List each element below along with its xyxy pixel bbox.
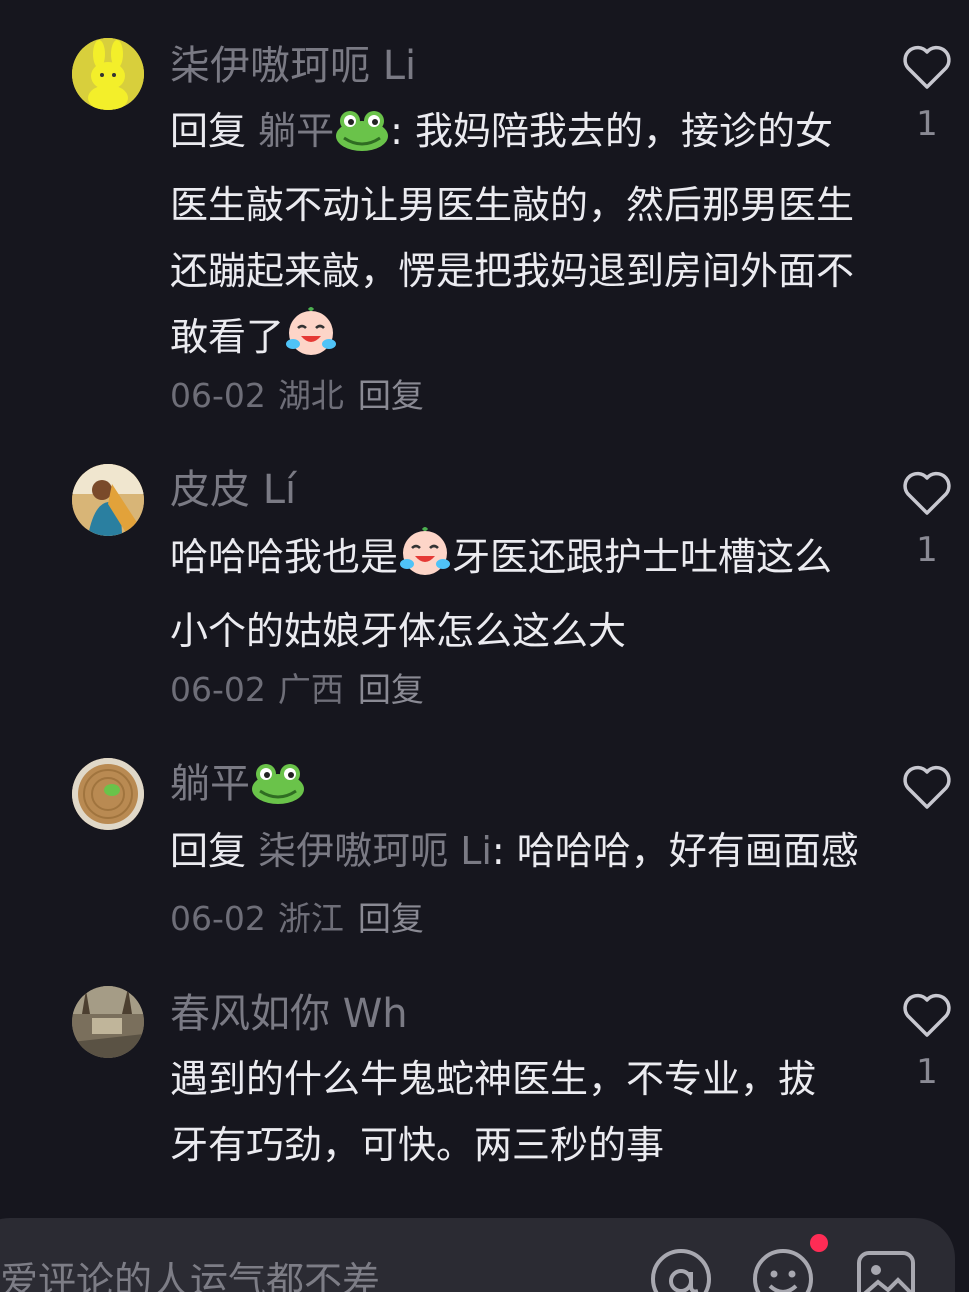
username-text: 躺平 <box>170 761 250 807</box>
like-count: 1 <box>916 104 938 144</box>
reply-prefix: 回复 <box>170 829 247 873</box>
scroll-fade <box>0 1160 969 1220</box>
photo-avatar-icon <box>72 986 144 1058</box>
comment-input-placeholder[interactable]: 爱评论的人运气都不差 <box>0 1250 380 1292</box>
comment-body-text: : 哈哈哈，好有画面感 <box>491 829 859 873</box>
comment-body-text: 遇到的什么牛鬼蛇神医生，不专业，拔牙有巧劲，可快。两三秒的事 <box>170 1057 817 1167</box>
comments-screen: 柒伊嗷珂呃 Li 回复 躺平 : 我妈陪我去的，接诊的女医生敲不动让男医生敲的，… <box>0 0 969 1292</box>
comment-meta: 06-02 湖北 回复 <box>170 372 424 420</box>
reply-prefix: 回复 <box>170 109 247 153</box>
comment-text: 回复 柒伊嗷珂呃 Li: 哈哈哈，好有画面感 06-02 浙江 回复 <box>170 818 860 952</box>
bunny-avatar-icon <box>72 38 144 110</box>
comment-username[interactable]: 春风如你 Wh <box>170 990 408 1038</box>
avatar[interactable] <box>72 986 144 1058</box>
image-icon[interactable] <box>856 1250 916 1292</box>
comment-text: 哈哈哈我也是 牙医还跟护士吐槽这么小个的姑娘牙体怎么这么大 <box>170 524 860 664</box>
comment-username[interactable]: 皮皮 Lí <box>170 466 296 514</box>
reply-button[interactable]: 回复 <box>358 670 424 709</box>
heart-icon <box>903 471 951 515</box>
like-button[interactable] <box>900 764 954 810</box>
avatar[interactable] <box>72 758 144 830</box>
emoji-icon[interactable] <box>752 1248 814 1292</box>
frog-emoji-icon <box>250 761 306 816</box>
notification-dot <box>810 1234 828 1252</box>
reply-target-username[interactable]: 柒伊嗷珂呃 Li <box>258 829 492 873</box>
heart-icon <box>903 45 951 89</box>
comment-region: 广西 <box>277 670 344 709</box>
comment-region: 湖北 <box>277 376 344 415</box>
frog-avatar-icon <box>72 758 144 830</box>
like-count: 1 <box>916 530 938 570</box>
comment-text: 回复 躺平 : 我妈陪我去的，接诊的女医生敲不动让男医生敲的，然后那男医生还蹦起… <box>170 98 860 378</box>
reply-target-username[interactable]: 躺平 <box>258 109 334 153</box>
like-button[interactable]: 1 <box>900 44 954 144</box>
comment-date: 06-02 <box>170 899 266 938</box>
avatar[interactable] <box>72 38 144 110</box>
comment-text: 遇到的什么牛鬼蛇神医生，不专业，拔牙有巧劲，可快。两三秒的事 <box>170 1046 820 1178</box>
avatar[interactable] <box>72 464 144 536</box>
comment-region: 浙江 <box>277 899 344 938</box>
crying-laughing-emoji-icon <box>284 304 338 378</box>
frog-emoji-icon <box>334 106 390 172</box>
comment-date: 06-02 <box>170 376 266 415</box>
crying-laughing-emoji-icon <box>398 524 452 598</box>
photo-avatar-icon <box>72 464 144 536</box>
at-icon[interactable] <box>650 1248 712 1292</box>
comment-username[interactable]: 柒伊嗷珂呃 Li <box>170 42 416 90</box>
reply-button[interactable]: 回复 <box>358 376 424 415</box>
like-count: 1 <box>916 1052 938 1092</box>
comment-body-text: 哈哈哈我也是 <box>170 535 399 579</box>
like-button[interactable]: 1 <box>900 470 954 570</box>
comment-meta: 06-02 广西 回复 <box>170 666 424 714</box>
heart-icon <box>903 993 951 1037</box>
heart-icon <box>903 765 951 809</box>
like-button[interactable]: 1 <box>900 992 954 1092</box>
comment-date: 06-02 <box>170 670 266 709</box>
comment-username[interactable]: 躺平 <box>170 760 306 816</box>
reply-button[interactable]: 回复 <box>358 899 424 938</box>
